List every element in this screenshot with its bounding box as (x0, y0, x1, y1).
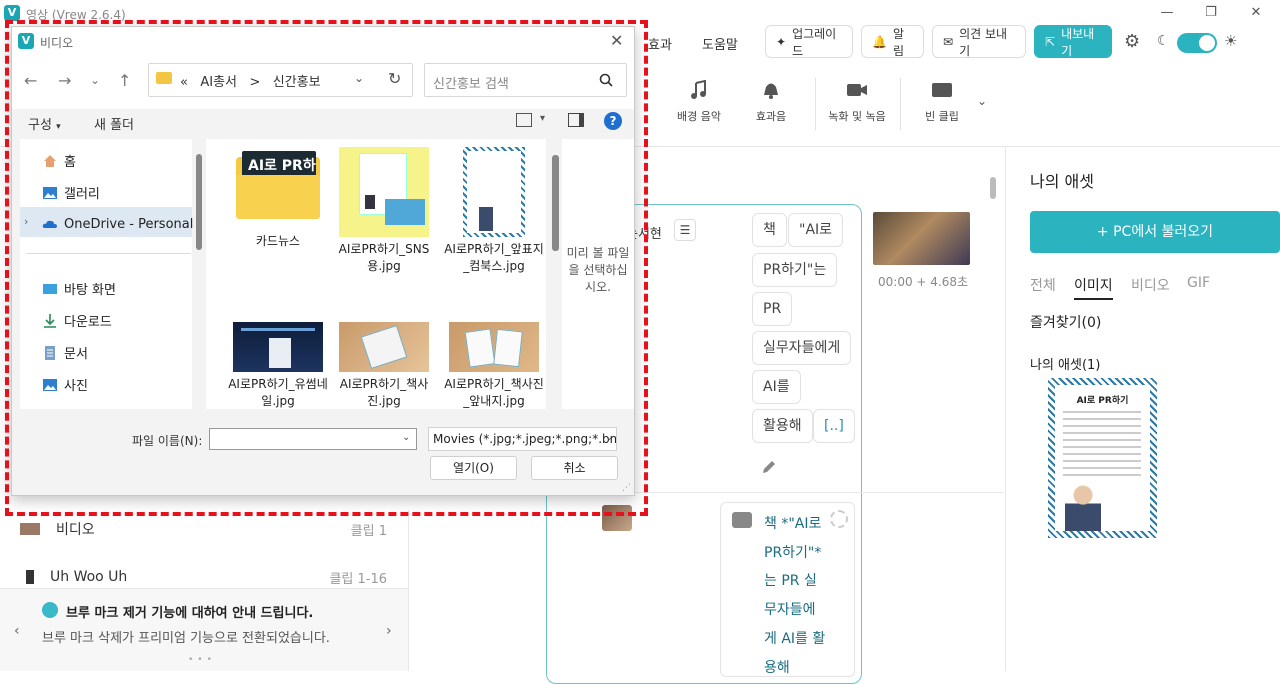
ribbon-record[interactable]: 녹화 및 녹음 (817, 80, 897, 124)
music-icon (688, 80, 710, 100)
word-chip[interactable]: 실무자들에게 (752, 331, 852, 365)
export-button[interactable]: ⇱ 내보내기 (1034, 25, 1112, 58)
word-chip[interactable]: PR (752, 292, 793, 326)
theme-toggle[interactable] (1177, 33, 1217, 53)
list-item-label: 비디오 (56, 522, 95, 538)
ribbon-blank-clip-label: 빈 클립 (925, 110, 959, 123)
upgrade-label: 업그레이드 (792, 26, 837, 58)
word-chip[interactable]: "AI로 (788, 213, 844, 247)
my-assets-heading: 나의 애셋(1) (1030, 358, 1101, 373)
notification-label: 알림 (892, 26, 904, 58)
maximize-icon[interactable]: ❐ (1202, 4, 1220, 22)
subtitle-icon (732, 512, 752, 528)
clip-list: 비디오 클립 1 Uh Woo Uh 클립 1-16 (12, 513, 397, 587)
word-chip[interactable]: PR하기"는 (752, 253, 838, 287)
author-photo (1065, 485, 1101, 531)
sun-icon: ☀ (1224, 32, 1238, 50)
clip-thumb-icon (20, 523, 40, 535)
editor-scrollbar[interactable] (990, 177, 996, 199)
export-label: 내보내기 (1061, 26, 1095, 58)
video-camera-icon (846, 80, 868, 100)
tab-gif[interactable]: GIF (1187, 275, 1210, 291)
menu-help[interactable]: 도움말 (702, 34, 738, 53)
loading-icon (830, 510, 848, 528)
moon-icon: ☾ (1157, 33, 1170, 49)
word-chip[interactable]: 활용해 (752, 409, 813, 443)
upgrade-button[interactable]: ✦ 업그레이드 (765, 25, 853, 58)
vrew-logo-icon: V (4, 5, 20, 21)
tab-all[interactable]: 전체 (1030, 275, 1056, 295)
list-item-count: 클립 1-16 (329, 571, 387, 587)
chevron-right-icon[interactable]: › (386, 623, 392, 639)
tab-video[interactable]: 비디오 (1131, 275, 1170, 295)
menu-effects[interactable]: 효과 (648, 34, 672, 53)
mail-icon: ✉ (943, 34, 954, 49)
ribbon-blank-clip[interactable]: 빈 클립 (902, 80, 982, 124)
export-icon: ⇱ (1045, 34, 1056, 49)
ribbon-record-label: 녹화 및 녹음 (828, 110, 886, 123)
sparkle-icon: ✦ (776, 34, 787, 49)
ribbon-bgm[interactable]: 배경 음악 (659, 80, 739, 124)
ribbon-sfx-label: 효과음 (755, 110, 787, 123)
ribbon-sfx[interactable]: 효과음 (731, 80, 811, 124)
clip-thumbnail[interactable] (873, 212, 970, 265)
word-chip[interactable]: AI를 (752, 370, 801, 404)
notification-button[interactable]: 🔔 알림 (861, 25, 924, 58)
settings-sliders-icon[interactable]: ☰ (674, 219, 696, 241)
minimize-icon[interactable]: — (1158, 4, 1176, 22)
ribbon-divider (900, 78, 901, 130)
bell-icon: 🔔 (872, 34, 887, 49)
assets-title: 나의 애셋 (1030, 172, 1094, 191)
chevron-down-icon[interactable]: ⌄ (977, 94, 987, 108)
favorites-heading[interactable]: 즐겨찾기(0) (1030, 312, 1101, 332)
notice-body: 브루 마크 삭제가 프리미엄 기능으로 전환되었습니다. (42, 631, 330, 646)
chevron-left-icon[interactable]: ‹ (14, 623, 20, 639)
notice-title[interactable]: 브루 마크 제거 기능에 대하여 안내 드립니다. (66, 602, 313, 621)
blank-clip-icon (931, 80, 953, 100)
ribbon-divider (815, 78, 816, 130)
list-item-count: 클립 1 (350, 523, 387, 539)
highlight-box (5, 20, 648, 516)
left-pane-divider (408, 510, 409, 671)
ribbon-bgm-label: 배경 음악 (677, 110, 721, 123)
bell-icon (760, 80, 782, 100)
pagination-dots: ••• (188, 655, 216, 665)
caption-text[interactable]: 책 *"AI로 PR하기"* 는 PR 실 무자들에 게 AI를 활용해 (764, 510, 832, 682)
list-item[interactable]: 비디오 클립 1 (12, 513, 397, 545)
word-more-chip[interactable]: [..] (813, 409, 855, 443)
gear-icon[interactable]: ⚙ (1124, 31, 1140, 52)
asset-thumb-title: AI로 PR하기 (1076, 396, 1129, 406)
chat-bubble-icon (42, 602, 58, 618)
word-chip[interactable]: 책 (752, 213, 787, 247)
list-item-label: Uh Woo Uh (50, 569, 128, 585)
window-close-icon[interactable]: ✕ (1247, 4, 1265, 22)
load-from-pc-button[interactable]: + PC에서 불러오기 (1030, 211, 1280, 253)
feedback-button[interactable]: ✉ 의견 보내기 (932, 25, 1026, 58)
audio-file-icon (26, 570, 34, 584)
tab-image[interactable]: 이미지 (1074, 275, 1113, 300)
clip-timecode: 00:00 + 4.68초 (878, 275, 969, 289)
asset-thumbnail[interactable]: AI로 PR하기 (1048, 378, 1157, 538)
feedback-label: 의견 보내기 (959, 26, 1008, 58)
pencil-icon[interactable] (760, 458, 778, 476)
